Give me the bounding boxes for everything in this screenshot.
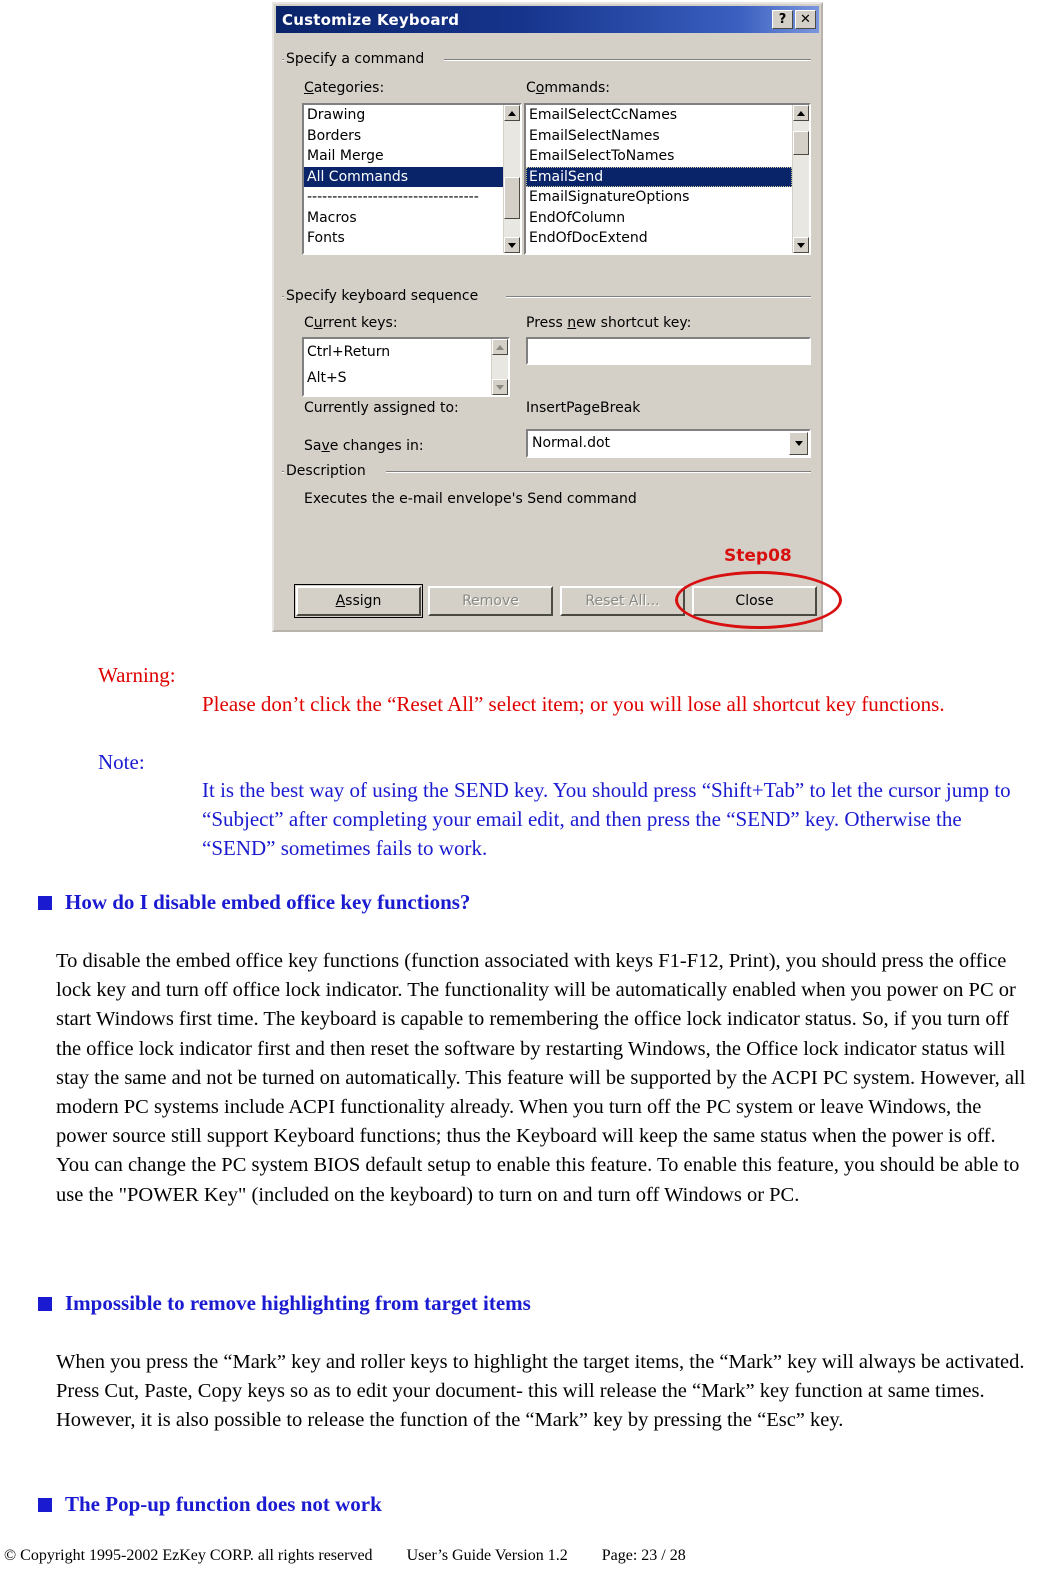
customize-keyboard-dialog: Customize Keyboard ? ✕ Specify a command… (272, 2, 842, 632)
customize-keyboard-screenshot: Customize Keyboard ? ✕ Specify a command… (272, 2, 842, 632)
footer-guide-version: User’s Guide Version 1.2 (406, 1547, 568, 1564)
list-item[interactable]: Borders (304, 126, 503, 147)
categories-scrollbar[interactable] (503, 105, 520, 253)
assign-button-label: Assign (335, 593, 382, 609)
list-item-selected[interactable]: All Commands (304, 166, 503, 187)
scroll-up-icon[interactable] (793, 105, 809, 121)
currently-assigned-value: InsertPageBreak (526, 400, 641, 416)
section-heading-1: How do I disable embed office key functi… (38, 890, 470, 915)
current-keys-label: Current keys: (304, 315, 398, 331)
save-changes-label: Save changes in: (304, 438, 424, 454)
group-rule-left-2 (282, 296, 284, 298)
note-text: It is the best way of using the SEND key… (202, 778, 1011, 860)
section-body-2: When you press the “Mark” key and roller… (56, 1351, 1025, 1432)
scroll-up-icon[interactable] (504, 105, 520, 121)
list-item[interactable]: Ctrl+Return (304, 339, 491, 365)
scroll-down-icon[interactable] (492, 379, 508, 395)
current-keys-listbox[interactable]: Ctrl+Return Alt+S (302, 337, 510, 397)
section-heading-3-text: The Pop-up function does not work (65, 1492, 382, 1516)
close-button-highlight-ellipse (675, 571, 842, 629)
list-item[interactable]: EmailSignatureOptions (526, 187, 792, 208)
list-item-separator: ---------------------------------- (307, 189, 479, 205)
list-item[interactable]: Drawing (304, 105, 503, 126)
bullet-square-icon (38, 895, 52, 910)
help-icon[interactable]: ? (772, 10, 793, 29)
save-changes-value: Normal.dot (532, 435, 611, 451)
commands-listbox[interactable]: EmailSelectCcNames EmailSelectNames Emai… (524, 103, 811, 255)
step-annotation-label: Step08 (724, 546, 792, 566)
list-item-selected[interactable]: EmailSend (526, 166, 792, 187)
categories-label: Categories: (304, 80, 385, 96)
scroll-down-icon[interactable] (793, 237, 809, 253)
page-footer: © Copyright 1995-2002 EzKey CORP. all ri… (4, 1547, 686, 1565)
categories-listbox[interactable]: Drawing Borders Mail Merge All Commands … (302, 103, 522, 255)
list-item[interactable]: Alt+S (304, 365, 491, 391)
list-item[interactable]: EmailSelectNames (526, 126, 792, 147)
commands-label: Commands: (526, 80, 610, 96)
list-item[interactable]: Fonts (304, 228, 503, 249)
new-shortcut-input[interactable] (526, 337, 811, 365)
list-item[interactable]: EmailSelectCcNames (526, 105, 792, 126)
current-keys-list-inner: Ctrl+Return Alt+S (304, 339, 491, 395)
warning-label: Warning: (98, 663, 176, 687)
current-keys-scrollbar[interactable] (491, 339, 508, 395)
dialog-title: Customize Keyboard (282, 10, 460, 29)
group-rule-specify-command (444, 59, 811, 61)
footer-copyright: © Copyright 1995-2002 EzKey CORP. all ri… (4, 1547, 373, 1564)
assign-button[interactable]: Assign (294, 584, 423, 618)
scroll-up-icon[interactable] (492, 339, 508, 355)
group-label-specify-command: Specify a command (286, 51, 430, 67)
new-shortcut-label: Press new shortcut key: (526, 315, 692, 331)
group-rule-left-3 (282, 471, 284, 473)
list-item[interactable]: Macros (304, 208, 503, 229)
warning-text: Please don’t click the “Reset All” selec… (202, 692, 945, 716)
footer-page-number: Page: 23 / 28 (601, 1547, 686, 1564)
commands-list-inner: EmailSelectCcNames EmailSelectNames Emai… (526, 105, 792, 253)
section-body-1: To disable the embed office key function… (56, 950, 1026, 1206)
section-heading-1-text: How do I disable embed office key functi… (65, 890, 471, 914)
section-heading-3: The Pop-up function does not work (38, 1492, 382, 1517)
categories-list-inner: Drawing Borders Mail Merge All Commands … (304, 105, 503, 253)
remove-button: Remove (428, 586, 553, 616)
bullet-square-icon (38, 1296, 52, 1311)
scroll-down-icon[interactable] (504, 237, 520, 253)
group-label-description: Description (286, 463, 371, 479)
save-changes-dropdown[interactable]: Normal.dot (526, 429, 811, 458)
section-heading-2-text: Impossible to remove highlighting from t… (65, 1291, 531, 1315)
dialog-titlebar[interactable]: Customize Keyboard ? ✕ (276, 6, 819, 33)
list-item[interactable]: EndOfColumn (526, 208, 792, 229)
scrollbar-thumb[interactable] (793, 131, 809, 155)
chevron-down-icon[interactable] (789, 432, 808, 455)
currently-assigned-label: Currently assigned to: (304, 400, 459, 416)
note-label: Note: (98, 750, 145, 774)
section-heading-2: Impossible to remove highlighting from t… (38, 1291, 531, 1316)
dialog-body: Specify a command Categories: Commands: … (276, 33, 842, 629)
group-rule-specify-sequence (506, 296, 811, 298)
commands-scrollbar[interactable] (792, 105, 809, 253)
group-rule-left-1 (282, 59, 284, 61)
group-label-specify-sequence: Specify keyboard sequence (286, 288, 484, 304)
scrollbar-thumb[interactable] (504, 177, 520, 219)
bullet-square-icon (38, 1497, 52, 1512)
list-item[interactable]: Mail Merge (304, 146, 503, 167)
description-text: Executes the e-mail envelope's Send comm… (304, 491, 637, 507)
group-rule-description (386, 471, 811, 473)
reset-all-button: Reset All... (560, 586, 685, 616)
list-item[interactable]: EmailSelectToNames (526, 146, 792, 167)
close-icon[interactable]: ✕ (795, 10, 816, 29)
list-item[interactable]: EndOfDocExtend (526, 228, 792, 249)
